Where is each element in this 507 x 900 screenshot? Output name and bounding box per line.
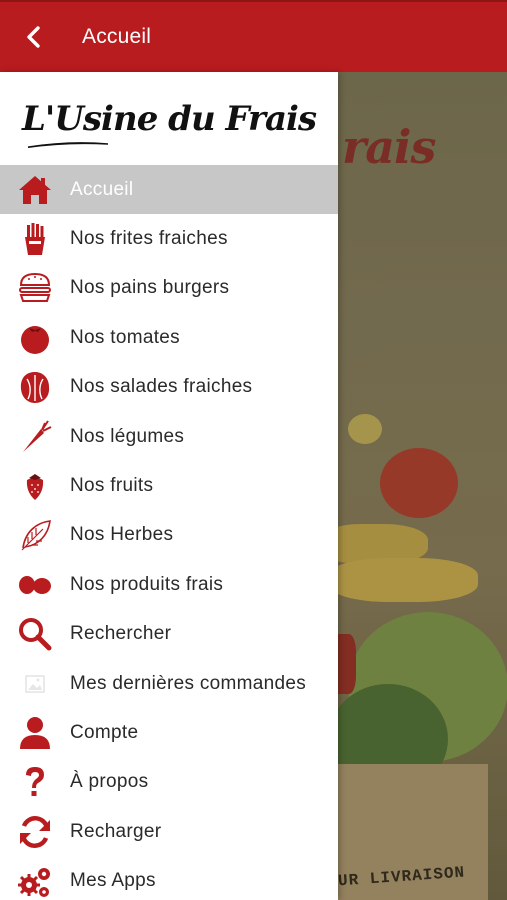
menu-label: Rechercher [70, 623, 172, 645]
menu-item-compte[interactable]: Compte [0, 708, 338, 757]
menu-item-legumes[interactable]: Nos légumes [0, 412, 338, 461]
leaf-icon [0, 511, 70, 560]
gears-icon [0, 857, 70, 900]
carrot-icon [0, 412, 70, 461]
menu-item-frites[interactable]: Nos frites fraiches [0, 214, 338, 263]
scrim[interactable] [338, 72, 507, 900]
menu-label: Mes Apps [70, 870, 156, 892]
home-icon [0, 165, 70, 214]
menu-label: Accueil [70, 178, 134, 200]
brand-logo: L'Usine du Frais [21, 98, 317, 148]
image-placeholder-icon [0, 659, 70, 708]
menu-item-apps[interactable]: Mes Apps [0, 856, 338, 900]
menu-label: À propos [70, 771, 149, 793]
menu-label: Nos tomates [70, 326, 180, 348]
menu-item-tomates[interactable]: Nos tomates [0, 313, 338, 362]
menu-item-salades[interactable]: Nos salades fraiches [0, 363, 338, 412]
chevron-left-icon [27, 26, 40, 48]
question-icon [0, 758, 70, 807]
burger-icon [0, 264, 70, 313]
menu-label: Nos légumes [70, 425, 185, 447]
page-title: Accueil [82, 25, 152, 48]
menu-label: Recharger [70, 820, 162, 842]
menu-item-rechercher[interactable]: Rechercher [0, 610, 338, 659]
salad-icon [0, 363, 70, 412]
menu-label: Nos produits frais [70, 573, 224, 595]
navigation-drawer: L'Usine du Frais Accueil Nos frites frai… [0, 72, 338, 900]
menu-label: Nos salades fraiches [70, 376, 253, 398]
fries-icon [0, 215, 70, 264]
user-icon [0, 708, 70, 757]
menu-item-recharger[interactable]: Recharger [0, 807, 338, 856]
menu-item-fruits[interactable]: Nos fruits [0, 461, 338, 510]
menu-item-accueil[interactable]: Accueil [0, 165, 338, 215]
menu-label: Nos frites fraiches [70, 228, 228, 250]
beans-icon [0, 560, 70, 609]
menu-label: Nos Herbes [70, 524, 174, 546]
menu-label: Mes dernières commandes [70, 672, 307, 694]
drawer-menu: Accueil Nos frites fraiches Nos pains bu… [0, 165, 338, 900]
refresh-icon [0, 807, 70, 856]
logo-swoosh-icon [27, 141, 108, 148]
tomato-icon [0, 313, 70, 362]
menu-item-produits[interactable]: Nos produits frais [0, 560, 338, 609]
brand-header: L'Usine du Frais [0, 72, 338, 165]
menu-label: Compte [70, 721, 139, 743]
menu-label: Nos pains burgers [70, 277, 230, 299]
strawberry-icon [0, 462, 70, 511]
app-bar: Accueil [0, 0, 507, 72]
hero-background: rais UR LIVRAISON [338, 72, 507, 900]
back-button[interactable] [0, 1, 74, 73]
menu-item-herbes[interactable]: Nos Herbes [0, 511, 338, 560]
brand-logo-text: L'Usine du Frais [21, 98, 317, 139]
menu-item-pains[interactable]: Nos pains burgers [0, 264, 338, 313]
menu-label: Nos fruits [70, 475, 154, 497]
menu-item-commandes[interactable]: Mes dernières commandes [0, 659, 338, 708]
menu-item-apropos[interactable]: À propos [0, 758, 338, 807]
search-icon [0, 610, 70, 659]
